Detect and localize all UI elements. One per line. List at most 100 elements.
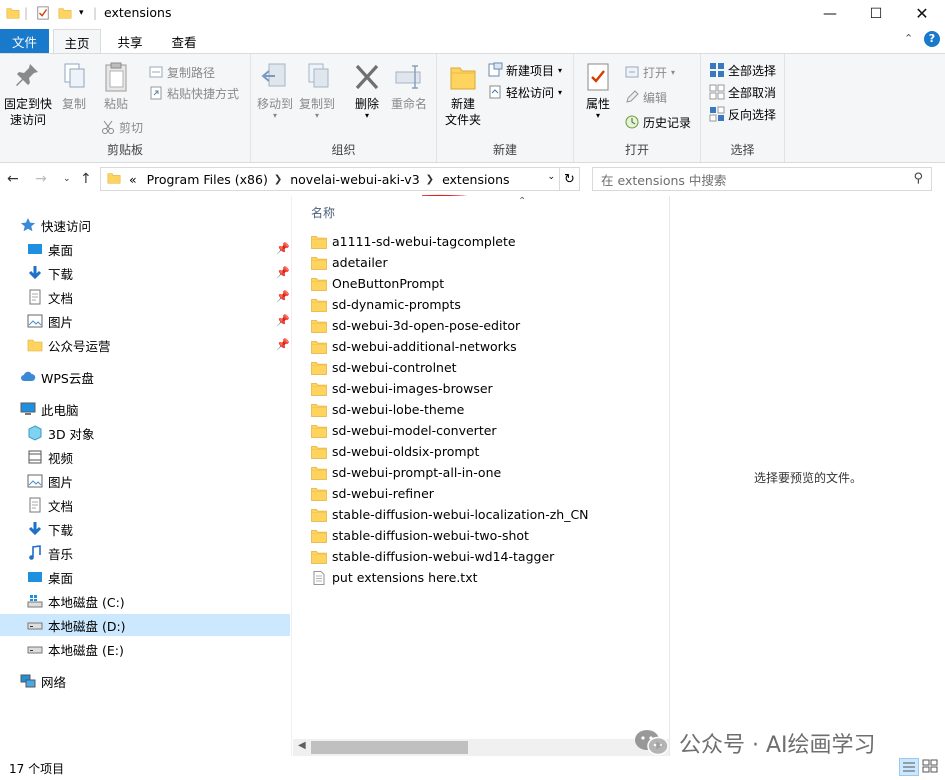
edit-button[interactable]: 编辑 <box>624 87 667 107</box>
nav-pc-downloads[interactable]: 下载 <box>27 518 73 540</box>
delete-button[interactable]: 删除 ▾ <box>349 60 385 120</box>
recent-locations-chevron-icon[interactable]: ⌄ <box>63 174 71 184</box>
details-view-icon[interactable] <box>899 758 919 776</box>
folder-row[interactable]: adetailer <box>311 252 388 273</box>
minimize-button[interactable]: — <box>807 0 853 27</box>
new-item-button[interactable]: 新建项目 ▾ <box>487 60 562 80</box>
nav-wps-cloud[interactable]: WPS云盘 <box>20 366 94 388</box>
search-input[interactable]: 在 extensions 中搜索 ⚲ <box>592 167 932 191</box>
pin-icon[interactable]: 📌 <box>276 338 290 351</box>
pane-divider[interactable] <box>291 196 292 756</box>
nav-pc-documents[interactable]: 文档 <box>27 494 73 516</box>
select-none-button[interactable]: 全部取消 <box>709 82 776 102</box>
pin-icon[interactable]: 📌 <box>276 314 290 327</box>
file-row[interactable]: put extensions here.txt <box>311 567 478 588</box>
nav-pc-desktop[interactable]: 桌面 <box>27 566 73 588</box>
pin-icon <box>12 60 44 94</box>
copy-path-button[interactable]: 复制路径 <box>148 62 215 82</box>
folder-row[interactable]: stable-diffusion-webui-two-shot <box>311 525 529 546</box>
folder-row[interactable]: a1111-sd-webui-tagcomplete <box>311 231 516 252</box>
folder-row[interactable]: sd-webui-model-converter <box>311 420 497 441</box>
nav-desktop[interactable]: 桌面 <box>27 238 73 260</box>
up-arrow-icon[interactable]: ↑ <box>80 171 92 187</box>
address-dropdown-chevron-icon[interactable]: ⌄ <box>547 172 555 182</box>
easy-access-button[interactable]: 轻松访问 ▾ <box>487 82 562 102</box>
pin-icon[interactable]: 📌 <box>276 242 290 255</box>
folder-row[interactable]: sd-webui-prompt-all-in-one <box>311 462 501 483</box>
properties-button[interactable]: 属性 ▾ <box>580 60 616 120</box>
properties-quick-icon[interactable] <box>36 4 50 22</box>
network-icon <box>20 673 36 689</box>
nav-network[interactable]: 网络 <box>20 670 66 692</box>
address-bar[interactable]: « Program Files (x86) ❯ novelai-webui-ak… <box>100 167 560 191</box>
horizontal-scrollbar[interactable]: ◀ ▶ <box>293 739 669 756</box>
scroll-left-arrow-icon[interactable]: ◀ <box>298 740 306 751</box>
copy-button[interactable]: 复制 <box>56 60 92 112</box>
breadcrumb-overflow[interactable]: « <box>129 172 137 187</box>
scrollbar-thumb[interactable] <box>311 741 468 754</box>
nav-videos[interactable]: 视频 <box>27 446 73 468</box>
nav-drive-e[interactable]: 本地磁盘 (E:) <box>27 638 124 660</box>
folder-row[interactable]: sd-webui-refiner <box>311 483 434 504</box>
pin-quick-access-button[interactable]: 固定到快 速访问 <box>2 60 54 128</box>
folder-row[interactable]: sd-webui-3d-open-pose-editor <box>311 315 520 336</box>
nav-quick-access[interactable]: 快速访问 <box>20 214 91 236</box>
folder-row[interactable]: sd-webui-lobe-theme <box>311 399 464 420</box>
large-icons-view-icon[interactable] <box>921 758 941 776</box>
paste-button[interactable]: 粘贴 <box>98 60 134 112</box>
folder-row[interactable]: sd-dynamic-prompts <box>311 294 461 315</box>
folder-row[interactable]: sd-webui-images-browser <box>311 378 493 399</box>
nav-wechat-ops[interactable]: 公众号运营 <box>27 334 111 356</box>
paste-icon <box>100 60 132 94</box>
new-folder-button[interactable]: 新建 文件夹 <box>441 60 485 128</box>
forward-arrow-icon[interactable]: → <box>35 171 47 187</box>
collapse-ribbon-chevron-icon[interactable]: ⌃ <box>904 32 913 45</box>
tab-home[interactable]: 主页 <box>53 29 101 54</box>
copy-to-button[interactable]: 复制到 ▾ <box>297 60 337 120</box>
breadcrumb-program-files[interactable]: Program Files (x86) <box>147 172 268 187</box>
breadcrumb-chevron-icon[interactable]: ❯ <box>274 174 282 185</box>
back-arrow-icon[interactable]: ← <box>7 171 19 187</box>
nav-3d-objects[interactable]: 3D 对象 <box>27 422 95 444</box>
separator: | <box>93 6 98 20</box>
customize-toolbar-chevron-icon[interactable]: ▾ <box>79 4 84 22</box>
nav-downloads[interactable]: 下载 <box>27 262 73 284</box>
folder-row[interactable]: sd-webui-oldsix-prompt <box>311 441 479 462</box>
help-icon[interactable]: ? <box>924 31 940 47</box>
pin-icon[interactable]: 📌 <box>276 290 290 303</box>
new-folder-quick-icon[interactable] <box>58 4 72 22</box>
folder-name: a1111-sd-webui-tagcomplete <box>332 234 516 249</box>
breadcrumb-novelai[interactable]: novelai-webui-aki-v3 <box>290 172 419 187</box>
nav-music[interactable]: 音乐 <box>27 542 73 564</box>
folder-row[interactable]: sd-webui-controlnet <box>311 357 457 378</box>
paste-shortcut-button[interactable]: 粘贴快捷方式 <box>148 83 239 103</box>
rename-button[interactable]: 重命名 <box>389 60 429 112</box>
pin-icon[interactable]: 📌 <box>276 266 290 279</box>
history-button[interactable]: 历史记录 <box>624 112 691 132</box>
close-button[interactable]: ✕ <box>899 0 945 27</box>
tab-file[interactable]: 文件 <box>0 29 49 53</box>
maximize-button[interactable]: ☐ <box>853 0 899 27</box>
tab-view[interactable]: 查看 <box>162 29 206 53</box>
nav-this-pc[interactable]: 此电脑 <box>20 398 79 420</box>
nav-documents[interactable]: 文档 <box>27 286 73 308</box>
nav-drive-c[interactable]: 本地磁盘 (C:) <box>27 590 125 612</box>
column-header-name[interactable]: 名称 <box>311 204 335 221</box>
folder-row[interactable]: OneButtonPrompt <box>311 273 444 294</box>
open-button[interactable]: 打开 ▾ <box>624 62 675 82</box>
breadcrumb-extensions[interactable]: extensions <box>442 172 509 187</box>
invert-selection-button[interactable]: 反向选择 <box>709 104 776 124</box>
folder-row[interactable]: sd-webui-additional-networks <box>311 336 517 357</box>
folder-row[interactable]: stable-diffusion-webui-wd14-tagger <box>311 546 554 567</box>
breadcrumb-chevron-icon[interactable]: ❯ <box>426 174 434 185</box>
refresh-icon[interactable]: ↻ <box>560 167 580 191</box>
nav-pictures[interactable]: 图片 <box>27 310 73 332</box>
folder-row[interactable]: stable-diffusion-webui-localization-zh_C… <box>311 504 589 525</box>
tab-share[interactable]: 共享 <box>108 29 152 53</box>
cut-button[interactable]: 剪切 <box>100 117 143 137</box>
sort-ascending-caret-icon: ⌃ <box>518 196 527 207</box>
select-all-button[interactable]: 全部选择 <box>709 60 776 80</box>
nav-pc-pictures[interactable]: 图片 <box>27 470 73 492</box>
move-to-button[interactable]: 移动到 ▾ <box>255 60 295 120</box>
nav-drive-d[interactable]: 本地磁盘 (D:) <box>0 614 290 636</box>
